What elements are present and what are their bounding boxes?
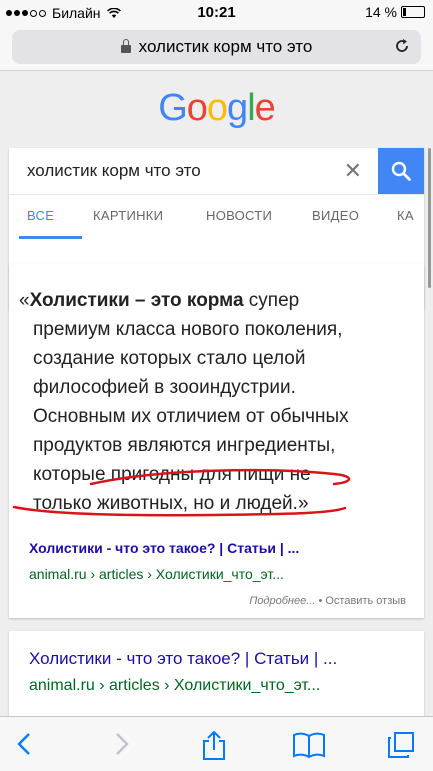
tab-news[interactable]: НОВОСТИ	[206, 208, 272, 223]
address-bar[interactable]: холистик корм что это	[12, 30, 421, 64]
search-button[interactable]	[378, 148, 424, 194]
search-tabs: ВСЕ КАРТИНКИ НОВОСТИ ВИДЕО КА	[9, 195, 424, 239]
battery-info: 14 %	[365, 4, 425, 20]
clear-icon[interactable]: ✕	[344, 158, 362, 184]
forward-icon[interactable]	[110, 731, 132, 757]
status-bar: Билайн 10:21 14 %	[0, 0, 433, 26]
active-tab-indicator	[19, 236, 82, 239]
snippet-meta: Подробнее... • Оставить отзыв	[249, 595, 406, 607]
browser-toolbar	[0, 716, 433, 771]
battery-percent: 14 %	[365, 4, 397, 20]
tab-more[interactable]: КА	[397, 208, 414, 223]
result-url: animal.ru › articles › Холистики_что_эт.…	[29, 677, 321, 694]
tab-all[interactable]: ВСЕ	[27, 208, 54, 223]
scrollbar[interactable]	[428, 148, 431, 288]
share-icon[interactable]	[200, 731, 228, 761]
more-link[interactable]: Подробнее...	[249, 595, 315, 607]
search-result-card: Холистики - что это такое? | Статьи | ..…	[9, 631, 424, 716]
featured-snippet-card: «Холистики – это корма супер премиум кла…	[9, 264, 424, 618]
snippet-result-url: animal.ru › articles › Холистики_что_эт.…	[29, 566, 284, 582]
search-icon	[391, 161, 411, 181]
address-text: холистик корм что это	[138, 37, 313, 56]
search-row: холистик корм что это ✕	[9, 148, 424, 195]
feedback-link[interactable]: • Оставить отзыв	[318, 595, 406, 607]
back-icon[interactable]	[14, 731, 36, 757]
google-logo: Google	[158, 87, 276, 129]
red-underline-annotation	[12, 468, 351, 517]
tab-images[interactable]: КАРТИНКИ	[93, 208, 163, 223]
tabs-icon[interactable]	[386, 731, 416, 759]
search-input[interactable]: холистик корм что это	[27, 161, 201, 181]
snippet-result-link[interactable]: Холистики - что это такое? | Статьи | ..…	[29, 540, 299, 556]
reload-icon[interactable]	[393, 37, 411, 55]
tab-video[interactable]: ВИДЕО	[312, 208, 359, 223]
lock-icon	[120, 39, 131, 53]
bookmarks-icon[interactable]	[292, 731, 326, 759]
battery-icon	[401, 6, 425, 18]
address-bar-container: холистик корм что это	[0, 26, 433, 71]
page-content: Google холистик корм что это ✕ ВСЕ КАРТИ…	[0, 71, 433, 716]
result-title-link[interactable]: Холистики - что это такое? | Статьи | ..…	[29, 649, 337, 669]
